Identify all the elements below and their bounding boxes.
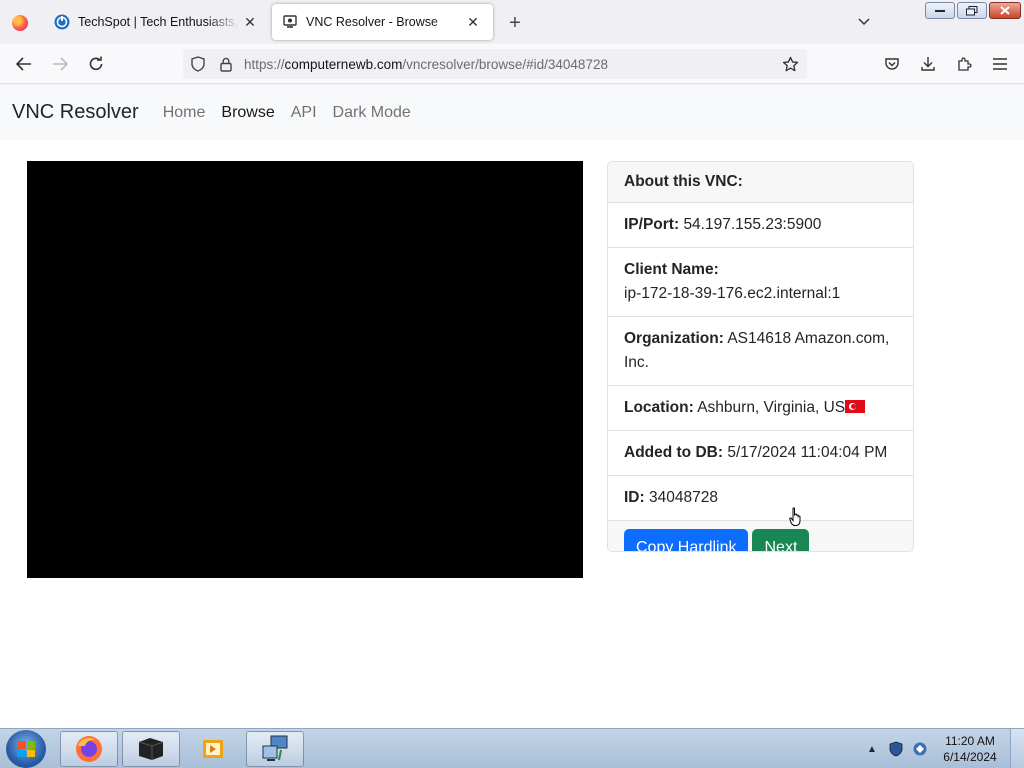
taskbar-terminal[interactable] (122, 731, 180, 767)
clock-date: 6/14/2024 (943, 750, 997, 764)
info-client-name: Client Name: ip-172-18-39-176.ec2.intern… (608, 248, 913, 317)
taskbar-media-player[interactable] (184, 731, 242, 767)
card-footer: Copy Hardlink Next (608, 521, 913, 551)
restore-icon[interactable] (957, 2, 987, 19)
network-status-icon[interactable] (912, 741, 928, 757)
nav-link-api[interactable]: API (291, 104, 317, 122)
card-header: About this VNC: (608, 162, 913, 203)
url-text: https://computernewb.com/vncresolver/bro… (244, 56, 608, 72)
new-tab-plus-icon[interactable]: + (503, 11, 527, 35)
location-value: Ashburn, Virginia, US (697, 399, 846, 416)
tab-vnc-resolver[interactable]: VNC Resolver - Browse ✕ (272, 4, 493, 40)
pocket-icon[interactable] (880, 52, 904, 76)
address-bar[interactable]: https://computernewb.com/vncresolver/bro… (183, 49, 807, 79)
system-tray: ▲ 11:20 AM 6/14/2024 (864, 729, 1024, 768)
tracking-protection-shield-icon[interactable] (190, 56, 206, 72)
nav-link-browse[interactable]: Browse (221, 104, 274, 122)
ip-port-value: 54.197.155.23:5900 (683, 216, 822, 233)
nav-link-home[interactable]: Home (163, 104, 206, 122)
navigation-toolbar: https://computernewb.com/vncresolver/bro… (0, 44, 1024, 84)
tab-title: TechSpot | Tech Enthusiasts, Power Users (78, 15, 240, 29)
added-label: Added to DB: (624, 444, 724, 461)
show-hidden-icons-arrow-icon[interactable]: ▲ (864, 741, 880, 757)
show-desktop-button[interactable] (1010, 729, 1024, 768)
terminal-box-icon (138, 738, 164, 760)
client-name-value: ip-172-18-39-176.ec2.internal:1 (624, 285, 841, 302)
next-button[interactable]: Next (752, 529, 810, 551)
downloads-icon[interactable] (916, 52, 940, 76)
web-page: VNC Resolver Home Browse API Dark Mode A… (0, 85, 1024, 728)
site-brand[interactable]: VNC Resolver (12, 101, 139, 124)
techspot-favicon-icon (54, 14, 70, 30)
extensions-icon[interactable] (952, 52, 976, 76)
site-navbar: VNC Resolver Home Browse API Dark Mode (0, 85, 1024, 140)
client-name-label: Client Name: (624, 261, 719, 278)
nav-link-dark-mode[interactable]: Dark Mode (333, 104, 411, 122)
bookmark-star-icon[interactable] (781, 55, 799, 73)
tab-close-icon[interactable]: ✕ (240, 12, 260, 32)
added-value: 5/17/2024 11:04:04 PM (727, 444, 888, 461)
info-added: Added to DB: 5/17/2024 11:04:04 PM (608, 431, 913, 476)
mouse-pointer-hand-icon (789, 507, 801, 526)
windows-logo-icon (17, 741, 35, 757)
security-shield-icon[interactable] (888, 741, 904, 757)
forward-arrow-icon[interactable] (48, 52, 72, 76)
vnc-screenshot (27, 161, 583, 578)
organization-label: Organization: (624, 330, 724, 347)
media-player-icon (203, 740, 223, 758)
window-controls (925, 2, 1021, 19)
lock-icon[interactable] (218, 56, 234, 72)
tab-strip: TechSpot | Tech Enthusiasts, Power Users… (0, 0, 1024, 44)
firefox-icon (76, 736, 102, 762)
network-computer-icon (262, 735, 288, 761)
tab-title: VNC Resolver - Browse (306, 15, 438, 29)
copy-hardlink-button[interactable]: Copy Hardlink (624, 529, 749, 551)
close-window-icon[interactable] (989, 2, 1021, 19)
location-label: Location: (624, 399, 694, 416)
tab-techspot[interactable]: TechSpot | Tech Enthusiasts, Power Users… (44, 4, 270, 40)
minimize-icon[interactable] (925, 2, 955, 19)
start-button[interactable] (6, 730, 46, 768)
clock-time: 11:20 AM (945, 734, 995, 748)
ip-port-label: IP/Port: (624, 216, 680, 233)
firefox-view-button[interactable] (8, 11, 32, 35)
tab-close-icon[interactable]: ✕ (463, 12, 483, 32)
country-flag-icon (845, 400, 866, 413)
firefox-icon (12, 15, 28, 31)
taskbar-network-app[interactable] (246, 731, 304, 767)
info-id: ID: 34048728 (608, 476, 913, 521)
list-all-tabs-chevron-icon[interactable] (854, 12, 874, 32)
info-ip-port: IP/Port: 54.197.155.23:5900 (608, 203, 913, 248)
hamburger-menu-icon[interactable] (988, 52, 1012, 76)
taskbar: ▲ 11:20 AM 6/14/2024 (0, 728, 1024, 768)
id-value: 34048728 (648, 489, 718, 506)
system-clock[interactable]: 11:20 AM 6/14/2024 (936, 733, 1004, 765)
info-location: Location: Ashburn, Virginia, US (608, 386, 913, 431)
id-label: ID: (624, 489, 645, 506)
taskbar-firefox[interactable] (60, 731, 118, 767)
vnc-info-card: About this VNC: IP/Port: 54.197.155.23:5… (607, 161, 914, 552)
info-organization: Organization: AS14618 Amazon.com, Inc. (608, 317, 913, 386)
back-arrow-icon[interactable] (12, 52, 36, 76)
vnc-favicon-icon (282, 14, 298, 30)
reload-icon[interactable] (84, 52, 108, 76)
